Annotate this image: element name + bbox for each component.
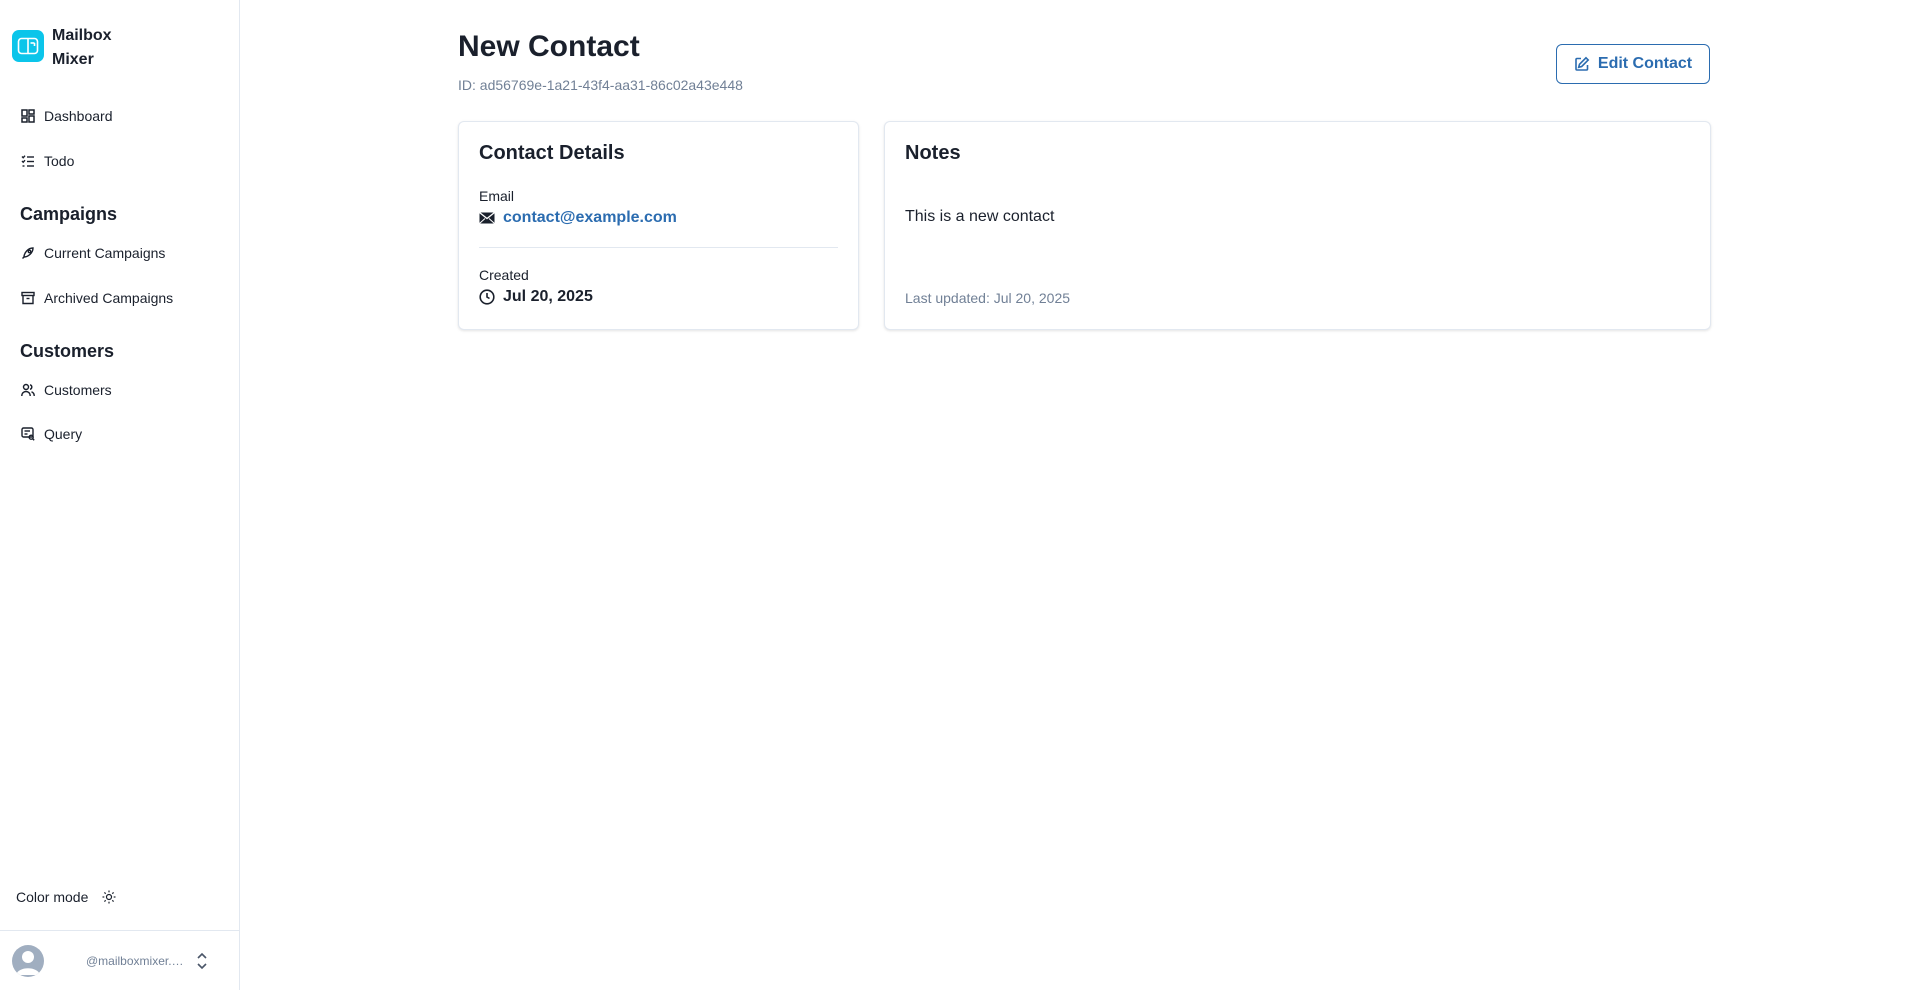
notes-card: Notes This is a new contact Last updated… (884, 121, 1711, 330)
brand-name: Mailbox Mixer (52, 27, 112, 68)
mailbox-logo-icon (12, 30, 44, 62)
edit-contact-button[interactable]: Edit Contact (1556, 44, 1710, 84)
clock-icon (479, 289, 495, 305)
users-icon (20, 382, 36, 398)
sidebar-item-customers[interactable]: Customers (20, 374, 112, 406)
created-row: Jul 20, 2025 (479, 288, 593, 306)
sun-icon[interactable] (102, 890, 116, 904)
card-title: Contact Details (479, 142, 625, 164)
rocket-icon (20, 245, 36, 261)
sidebar-item-current-campaigns[interactable]: Current Campaigns (20, 237, 165, 269)
created-date: Jul 20, 2025 (503, 288, 593, 305)
last-updated: Last updated: Jul 20, 2025 (905, 290, 1071, 306)
user-menu[interactable]: @mailboxmixer.com (0, 930, 240, 990)
page-title: New Contact (458, 30, 640, 63)
card-title: Notes (905, 142, 961, 164)
user-email: @mailboxmixer.com (86, 953, 186, 968)
list-check-icon (20, 153, 36, 169)
created-label: Created (479, 267, 529, 283)
edit-icon (1574, 56, 1590, 72)
mail-icon (479, 210, 495, 226)
query-icon (20, 426, 36, 442)
section-title-customers: Customers (20, 341, 115, 361)
brand[interactable]: Mailbox Mixer (12, 24, 132, 72)
sidebar-item-label: Customers (44, 382, 112, 398)
sidebar-item-archived-campaigns[interactable]: Archived Campaigns (20, 282, 173, 314)
email-link[interactable]: contact@example.com (503, 209, 677, 227)
sidebar-item-label: Archived Campaigns (44, 290, 174, 306)
section-title-campaigns: Campaigns (20, 204, 118, 224)
sidebar-item-label: Todo (44, 153, 75, 169)
sidebar-item-label: Query (44, 426, 83, 442)
sidebar-item-todo[interactable]: Todo (20, 145, 74, 177)
archive-icon (20, 290, 36, 306)
color-mode-row: Color mode (16, 889, 116, 905)
divider (479, 247, 838, 248)
edit-contact-label: Edit Contact (1597, 55, 1693, 72)
sidebar-item-label: Current Campaigns (44, 245, 166, 261)
email-label: Email (479, 188, 515, 204)
sidebar: Mailbox Mixer Dashboard Todo Campaigns C… (0, 0, 240, 990)
sidebar-item-dashboard[interactable]: Dashboard (20, 100, 113, 132)
notes-body: This is a new contact (905, 208, 1055, 225)
contact-details-card: Contact Details Email contact@example.co… (458, 121, 859, 330)
sidebar-item-label: Dashboard (44, 108, 113, 124)
contact-id: ID: ad56769e-1a21-43f4-aa31-86c02a43e448 (458, 77, 743, 93)
chevron-up-down-icon (196, 952, 208, 970)
color-mode-label: Color mode (16, 889, 89, 905)
sidebar-item-query[interactable]: Query (20, 418, 82, 450)
email-row: contact@example.com (479, 209, 677, 227)
avatar (12, 944, 44, 977)
dashboard-icon (20, 108, 36, 124)
